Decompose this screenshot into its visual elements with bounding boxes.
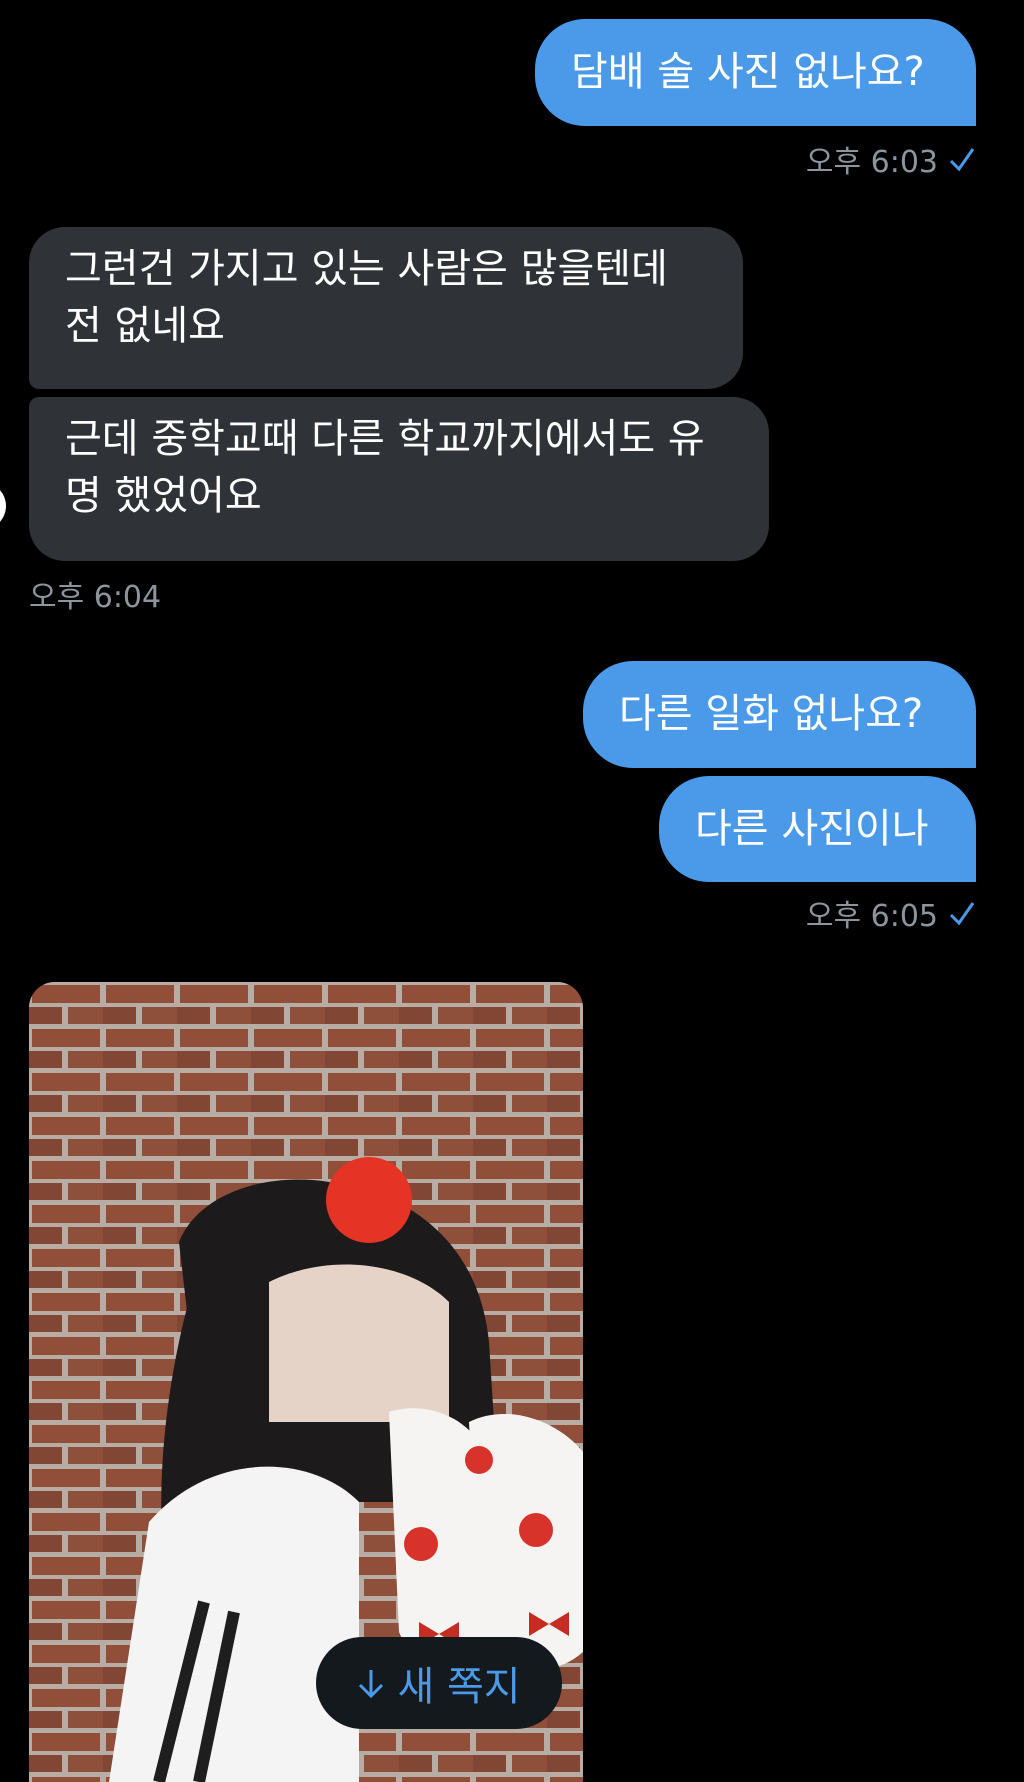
incoming-message[interactable]: 그런건 가지고 있는 사람은 많을텐데 전 없네요 xyxy=(29,227,743,389)
message-timestamp: 오후 6:05 xyxy=(806,891,976,935)
timestamp-text: 오후 6:03 xyxy=(805,145,938,180)
message-line: 근데 중학교때 다른 학교까지에서도 유 xyxy=(65,416,705,462)
outgoing-message[interactable]: 다른 일화 없나요? xyxy=(583,661,976,768)
message-line: 그런건 가지고 있는 사람은 많을텐데 xyxy=(65,246,668,292)
outgoing-message[interactable]: 다른 사진이나 xyxy=(659,776,976,882)
outgoing-message[interactable]: 담배 술 사진 없나요? xyxy=(535,19,976,126)
new-message-button[interactable]: 새 쪽지 xyxy=(316,1637,562,1729)
incoming-message[interactable]: 근데 중학교때 다른 학교까지에서도 유 명 했었어요 xyxy=(29,397,769,561)
message-text: 다른 일화 없나요? xyxy=(619,691,924,737)
arrow-down-icon xyxy=(359,1670,384,1699)
avatar[interactable] xyxy=(0,482,6,530)
message-line: 전 없네요 xyxy=(65,303,225,349)
message-text: 다른 사진이나 xyxy=(695,805,929,852)
message-line: 명 했었어요 xyxy=(65,473,262,519)
checkmark-icon xyxy=(949,148,975,172)
timestamp-text: 오후 6:05 xyxy=(805,899,938,934)
message-text: 담배 술 사진 없나요? xyxy=(571,49,925,95)
new-message-label: 새 쪽지 xyxy=(397,1664,521,1710)
checkmark-icon xyxy=(949,902,975,926)
message-timestamp: 오후 6:03 xyxy=(806,137,976,181)
message-timestamp: 오후 6:04 xyxy=(29,580,162,615)
